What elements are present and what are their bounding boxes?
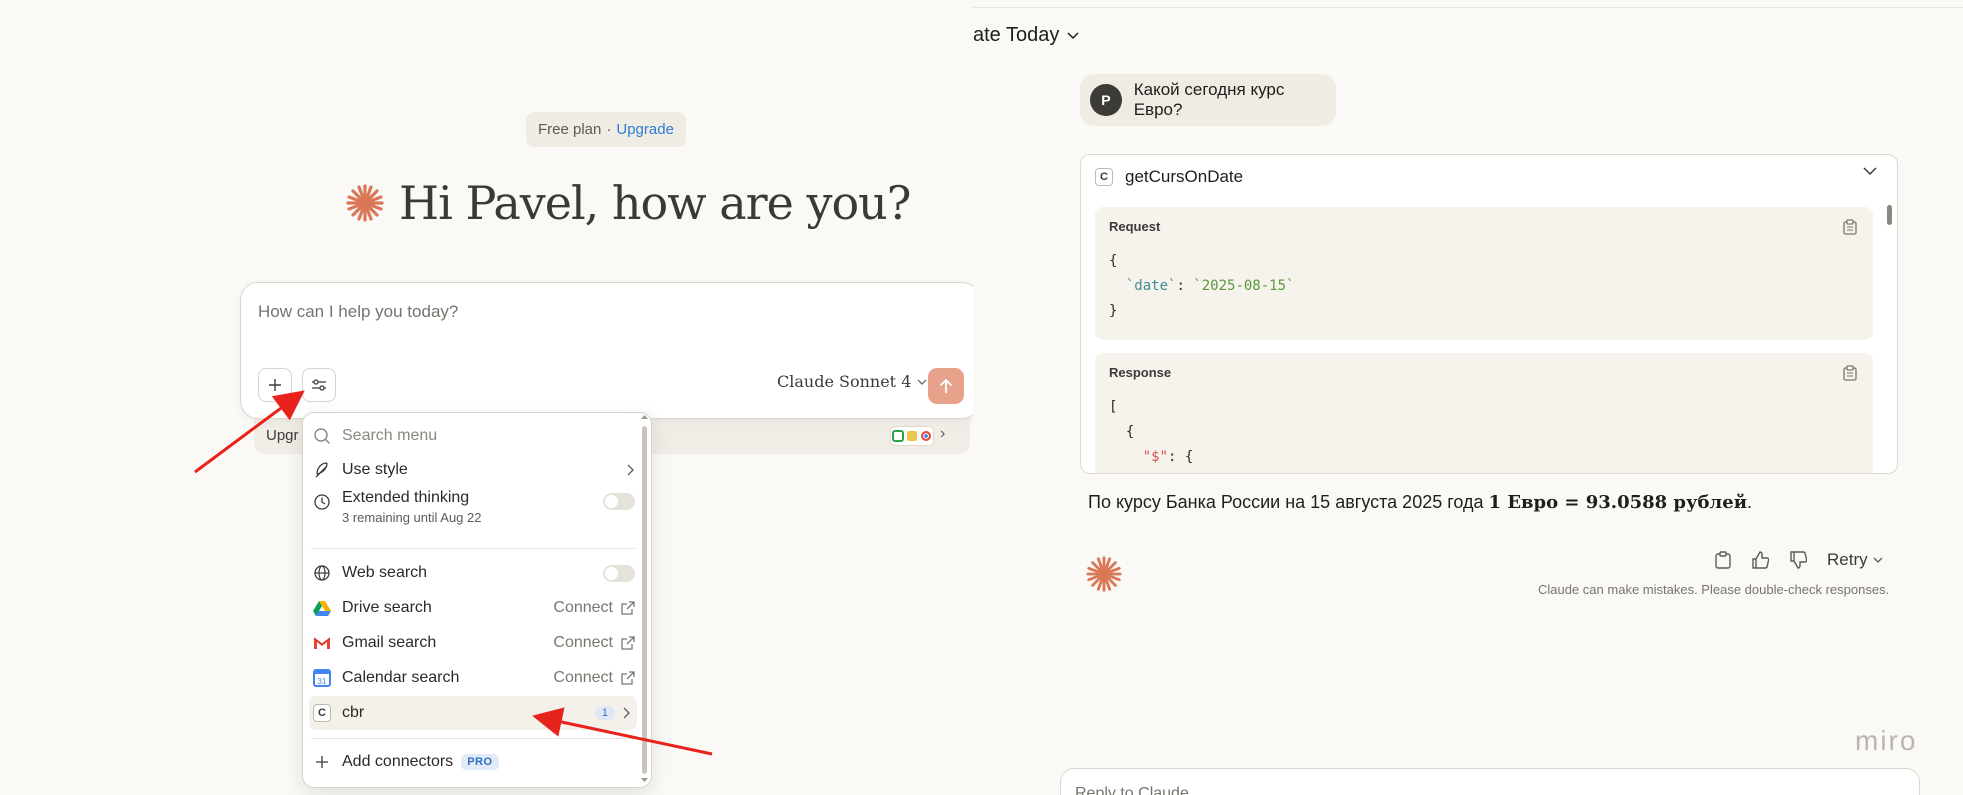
thumbs-up-icon[interactable] (1751, 551, 1769, 569)
avatar: P (1090, 84, 1122, 116)
divider (973, 7, 1963, 8)
tool-call-header[interactable]: C getCursOnDate (1095, 167, 1243, 187)
clipboard-icon[interactable] (1843, 365, 1857, 381)
retry-label: Retry (1827, 550, 1868, 569)
tool-name: getCursOnDate (1125, 167, 1244, 186)
copy-icon[interactable] (1715, 551, 1731, 569)
thumbs-down-icon[interactable] (1789, 551, 1807, 569)
chevron-down-icon (1067, 31, 1079, 39)
request-block: Request { `date`: `2025-08-15` } (1095, 207, 1873, 340)
conversation-panel: ate Today P Какой сегодня курс Евро? C g… (973, 0, 1963, 795)
tool-call-card: C getCursOnDate Request { `date`: `2025-… (1080, 154, 1898, 474)
new-chat-panel: Free plan · Upgrade Hi Pavel, how are yo… (0, 0, 980, 795)
answer-highlight: 1 Евро = 93.0588 рублей (1488, 492, 1748, 513)
response-label: Response (1109, 365, 1172, 380)
watermark: miro (1855, 725, 1918, 756)
disclaimer: Claude can make mistakes. Please double-… (1538, 582, 1890, 597)
annotation-arrow-cbr (532, 707, 713, 756)
clipboard-icon[interactable] (1843, 219, 1857, 235)
answer-text: По курсу Банка России на 15 августа 2025… (1088, 492, 1489, 512)
message-actions: Retry (1715, 550, 1883, 570)
reply-input[interactable]: Reply to Claude... (1060, 768, 1920, 795)
assistant-answer: По курсу Банка России на 15 августа 2025… (1088, 492, 1752, 513)
chevron-down-icon (1873, 557, 1883, 563)
chat-title-button[interactable]: ate Today (973, 24, 1079, 47)
tool-scrollbar[interactable] (1887, 205, 1892, 225)
user-message-text: Какой сегодня курс Евро? (1133, 80, 1285, 119)
answer-suffix: . (1747, 492, 1753, 512)
user-message: P Какой сегодня курс Евро? (1080, 74, 1336, 126)
retry-button[interactable]: Retry (1827, 550, 1883, 570)
request-label: Request (1109, 219, 1161, 234)
reply-input-placeholder[interactable]: Reply to Claude... (1075, 785, 1202, 795)
response-block: Response [ { "$": { (1095, 353, 1873, 473)
response-code: [ { "$": { (1109, 399, 1194, 465)
cbr-connector-icon: C (1095, 168, 1113, 186)
request-code: { `date`: `2025-08-15` } (1109, 253, 1295, 319)
chat-title: ate Today (973, 24, 1060, 46)
annotation-arrow-tools (194, 390, 305, 474)
chevron-down-icon[interactable] (1863, 167, 1877, 176)
annotation-arrows (194, 390, 713, 756)
claude-logo-icon (1086, 556, 1122, 592)
